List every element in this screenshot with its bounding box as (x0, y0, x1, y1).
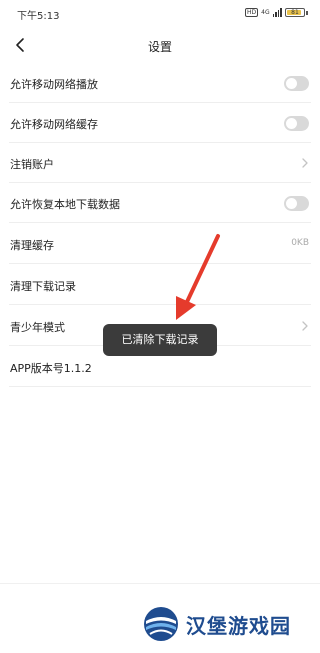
battery-percent: 81 (291, 9, 299, 16)
app-header: 设置 (0, 28, 320, 62)
hd-icon: HD (245, 8, 259, 17)
watermark: 汉堡游戏园 (142, 605, 291, 643)
status-icons: HD 4G 81 (245, 8, 308, 17)
setting-allow-mobile-cache: 允许移动网络缓存 (9, 103, 311, 143)
chevron-right-icon (302, 321, 308, 331)
battery-icon: 81 (285, 8, 308, 17)
toast-message: 已清除下载记录 (103, 324, 217, 356)
setting-label: 注销账户 (10, 158, 54, 171)
watermark-text: 汉堡游戏园 (186, 613, 291, 638)
cache-size-value: 0KB (291, 238, 309, 248)
setting-allow-restore-local: 允许恢复本地下载数据 (9, 183, 311, 223)
signal-icon (272, 8, 282, 17)
restore-local-toggle[interactable] (284, 196, 309, 211)
network-type-icon: 4G (261, 8, 270, 16)
setting-label: 允许移动网络缓存 (10, 118, 98, 131)
mobile-play-toggle[interactable] (284, 76, 309, 91)
setting-label: 清理下载记录 (10, 280, 76, 293)
status-time: 下午5:13 (17, 11, 60, 22)
status-bar: 下午5:13 HD 4G 81 (0, 0, 320, 28)
setting-label: APP版本号1.1.2 (10, 362, 92, 375)
hamburger-logo-icon (144, 607, 178, 641)
page-title: 设置 (147, 40, 172, 54)
setting-label: 清理缓存 (10, 239, 54, 252)
setting-label: 青少年模式 (10, 321, 65, 334)
setting-label: 允许移动网络播放 (10, 78, 98, 91)
divider (0, 583, 320, 584)
setting-label: 允许恢复本地下载数据 (10, 198, 120, 211)
chevron-right-icon (302, 158, 308, 168)
mobile-cache-toggle[interactable] (284, 116, 309, 131)
setting-allow-mobile-play: 允许移动网络播放 (9, 63, 311, 103)
setting-cancel-account[interactable]: 注销账户 (9, 143, 311, 183)
red-arrow-annotation (176, 234, 220, 320)
